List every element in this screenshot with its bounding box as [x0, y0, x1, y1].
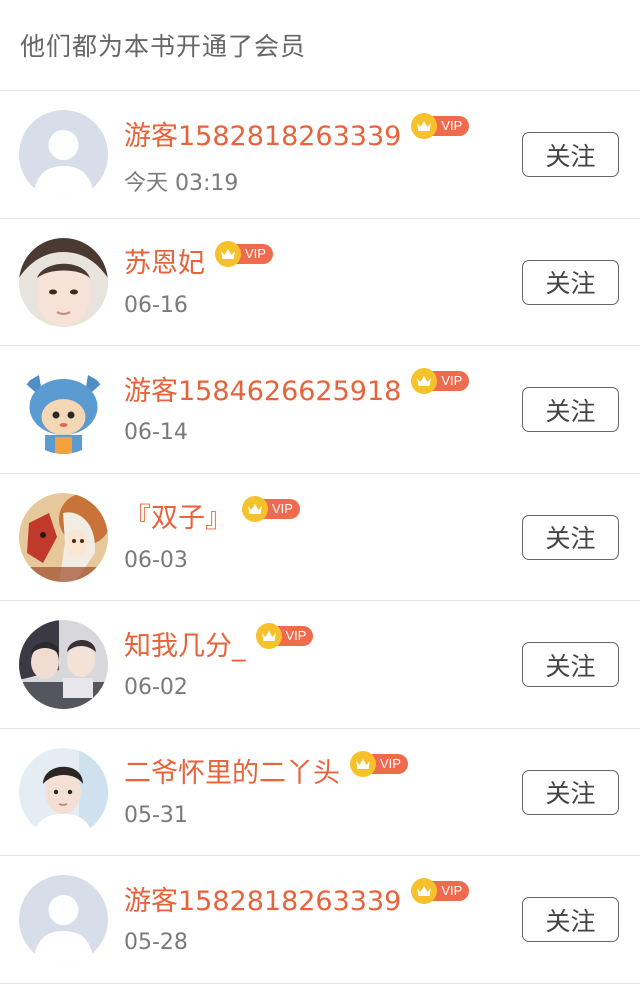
join-time: 06-03 [124, 547, 188, 573]
follow-button[interactable]: 关注 [522, 769, 619, 815]
follow-button[interactable]: 关注 [522, 387, 619, 432]
list-item[interactable]: 游客1582818263339 VIP 05-28 关注 [0, 856, 640, 984]
vip-badge: VIP [411, 113, 470, 139]
vip-badge: VIP [242, 495, 300, 522]
join-time: 06-16 [124, 292, 188, 318]
vip-badge: VIP [411, 878, 470, 904]
page-title: 他们都为本书开通了会员 [20, 32, 307, 61]
default-avatar-icon[interactable] [19, 110, 108, 199]
list-item[interactable]: 知我几分_ VIP 06-02 关注 [0, 601, 640, 729]
vip-badge: VIP [215, 240, 273, 267]
vip-badge: VIP [411, 368, 470, 394]
user-avatar[interactable] [19, 620, 108, 709]
list-item[interactable]: 『双子』 VIP 06-03 关注 [0, 474, 640, 601]
user-name[interactable]: 游客1582818263339 [124, 879, 401, 918]
user-avatar[interactable] [19, 747, 108, 837]
crown-icon [255, 623, 282, 649]
user-name[interactable]: 游客1582818263339 [124, 114, 401, 153]
user-avatar[interactable] [19, 237, 108, 327]
list-item[interactable]: 游客1582818263339 VIP 今天 03:19 关注 [0, 91, 640, 219]
follow-button[interactable]: 关注 [522, 514, 619, 560]
crown-icon [215, 240, 241, 267]
user-avatar[interactable] [19, 492, 108, 582]
join-time: 06-02 [124, 675, 188, 700]
join-time: 05-28 [124, 930, 188, 955]
list-item[interactable]: 二爷怀里的二丫头 VIP 05-31 关注 [0, 729, 640, 856]
user-name[interactable]: 苏恩妃 [124, 241, 205, 280]
join-time: 06-14 [124, 420, 188, 445]
user-name[interactable]: 『双子』 [124, 496, 232, 535]
follow-button[interactable]: 关注 [522, 132, 619, 177]
list-item[interactable]: 苏恩妃 VIP 06-16 关注 [0, 219, 640, 346]
follow-button[interactable]: 关注 [522, 642, 619, 687]
user-avatar[interactable] [19, 365, 108, 454]
member-list: 游客1582818263339 VIP 今天 03:19 关注 苏恩妃 VIP … [0, 91, 640, 984]
follow-button[interactable]: 关注 [522, 259, 619, 305]
join-time: 今天 03:19 [124, 171, 239, 196]
user-name[interactable]: 游客1584626625918 [124, 369, 401, 408]
vip-badge: VIP [255, 623, 314, 649]
crown-icon [350, 750, 376, 777]
user-name[interactable]: 二爷怀里的二丫头 [124, 751, 340, 790]
user-name[interactable]: 知我几分_ [124, 624, 246, 663]
default-avatar-icon[interactable] [19, 875, 108, 964]
join-time: 05-31 [124, 802, 188, 828]
crown-icon [242, 495, 268, 522]
vip-badge: VIP [350, 750, 408, 777]
header: 他们都为本书开通了会员 [0, 0, 640, 91]
list-item[interactable]: 游客1584626625918 VIP 06-14 关注 [0, 346, 640, 474]
follow-button[interactable]: 关注 [522, 897, 619, 942]
